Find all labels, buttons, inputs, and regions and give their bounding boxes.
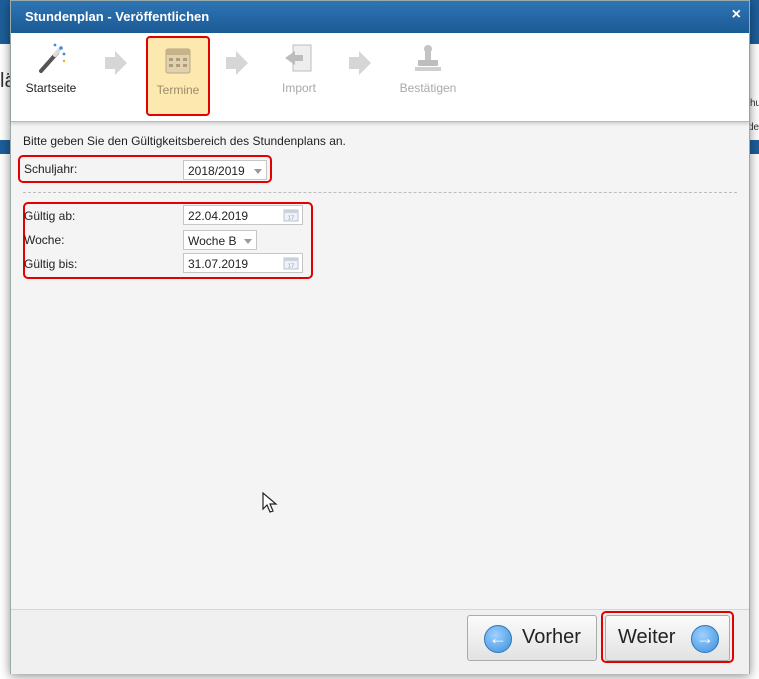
- calendar-icon: [165, 48, 191, 74]
- step-arrow-icon: [105, 51, 127, 75]
- gueltig-bis-label: Gültig bis:: [24, 257, 78, 271]
- schuljahr-label: Schuljahr:: [24, 162, 78, 176]
- wizard-step-import[interactable]: Import: [259, 33, 339, 121]
- stamp-icon: [415, 45, 441, 71]
- gueltig-ab-field[interactable]: 22.04.2019 17: [183, 205, 303, 225]
- wizard-step-termine[interactable]: Termine: [146, 36, 210, 116]
- woche-select[interactable]: Woche B: [183, 230, 257, 250]
- wizard-step-label: Termine: [156, 83, 200, 97]
- weiter-button[interactable]: Weiter →: [605, 615, 730, 661]
- gueltig-bis-value: 31.07.2019: [188, 257, 249, 271]
- dialog-title: Stundenplan - Veröffentlichen: [25, 9, 210, 24]
- weiter-label: Weiter: [618, 626, 676, 648]
- wizard-step-startseite[interactable]: Startseite: [11, 33, 91, 121]
- arrow-left-icon: ←: [484, 625, 512, 653]
- arrow-right-icon: →: [691, 625, 719, 653]
- dialog-titlebar[interactable]: Stundenplan - Veröffentlichen ×: [11, 1, 749, 33]
- calendar-picker-icon[interactable]: 17: [283, 208, 299, 222]
- schuljahr-value: 2018/2019: [188, 164, 245, 178]
- calendar-picker-icon[interactable]: 17: [283, 256, 299, 270]
- section-divider: [23, 192, 737, 193]
- gueltig-ab-value: 22.04.2019: [188, 209, 249, 223]
- schuljahr-select[interactable]: 2018/2019: [183, 160, 267, 180]
- vorher-button[interactable]: ← Vorher: [467, 615, 597, 661]
- vorher-label: Vorher: [522, 626, 581, 648]
- wizard-steps: Startseite Termine Import Bestätigen: [11, 33, 749, 122]
- close-icon[interactable]: ×: [732, 6, 741, 24]
- wizard-step-label: Bestätigen: [399, 81, 457, 95]
- wizard-step-label: Import: [281, 81, 316, 95]
- svg-text:17: 17: [288, 216, 294, 222]
- gueltig-ab-label: Gültig ab:: [24, 209, 76, 223]
- woche-value: Woche B: [188, 234, 237, 248]
- chevron-down-icon: [254, 169, 262, 174]
- wizard-step-bestaetigen[interactable]: Bestätigen: [388, 33, 468, 121]
- step-arrow-icon: [349, 51, 371, 75]
- mouse-cursor-icon: [262, 492, 278, 513]
- wizard-step-label: Startseite: [25, 81, 77, 95]
- background-text-right-1: hu: [750, 98, 759, 109]
- gueltig-bis-field[interactable]: 31.07.2019 17: [183, 253, 303, 273]
- instruction-text: Bitte geben Sie den Gültigkeitsbereich d…: [23, 134, 346, 148]
- magic-wand-icon: [39, 43, 66, 73]
- import-icon: [285, 44, 312, 72]
- svg-text:17: 17: [288, 264, 294, 270]
- step-arrow-icon: [226, 51, 248, 75]
- publish-dialog: Stundenplan - Veröffentlichen × Startsei…: [10, 0, 750, 674]
- woche-label: Woche:: [24, 233, 65, 247]
- chevron-down-icon: [244, 239, 252, 244]
